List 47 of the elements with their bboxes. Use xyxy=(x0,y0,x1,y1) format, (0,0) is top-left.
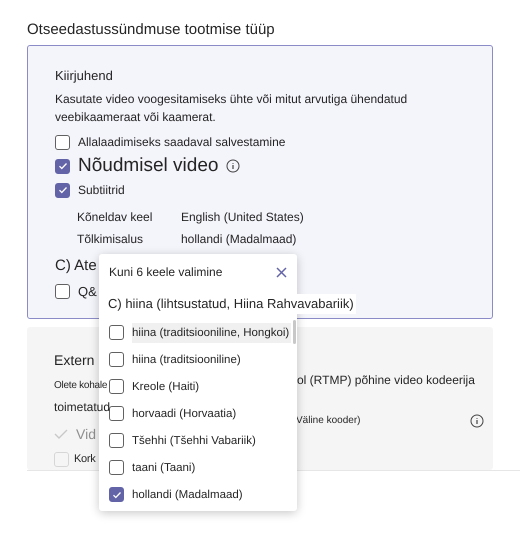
checkbox[interactable] xyxy=(109,379,124,394)
language-option[interactable]: Tšehhi (Tšehhi Vabariik) xyxy=(132,430,256,450)
option-label: Nõudmisel video xyxy=(78,154,218,178)
option-label: Väline kooder) xyxy=(296,414,360,428)
checkbox[interactable] xyxy=(55,158,70,174)
setting-value: hollandi (Madalmaad) xyxy=(181,231,296,248)
info-icon[interactable] xyxy=(470,414,484,428)
checkbox[interactable] xyxy=(109,406,124,421)
language-option[interactable]: Kreole (Haiti) xyxy=(132,376,200,396)
checkmark-icon xyxy=(58,161,68,171)
popup-title: Kuni 6 keele valimine xyxy=(109,264,222,281)
current-language: C) hiina (lihtsustatud, Hiina Rahvavabariik) xyxy=(99,294,356,314)
option-label: Vid xyxy=(76,424,96,444)
option-label: Kork xyxy=(74,452,96,467)
checkmark-icon xyxy=(112,490,122,500)
setting-label: Kõneldav keel xyxy=(77,209,154,226)
language-option[interactable]: hiina (traditsiooniline) xyxy=(132,350,241,370)
card-description: Olete kohale xyxy=(54,378,108,392)
checkbox[interactable] xyxy=(55,134,70,150)
card-description: toimetatud xyxy=(54,399,110,416)
checkbox[interactable] xyxy=(109,433,124,448)
scrollbar-thumb[interactable] xyxy=(293,320,296,344)
option-label: Q& xyxy=(78,283,97,301)
checkbox[interactable] xyxy=(109,460,124,475)
card-description: ol (RTMP) põhine video kodeerija xyxy=(297,373,475,387)
setting-label: Tõlkimisalus xyxy=(77,231,144,248)
section-title: Otseedastussündmuse tootmise tüüp xyxy=(27,20,276,40)
language-option[interactable]: hiina (traditsiooniline, Hongkoi) xyxy=(132,322,292,342)
option-label: Allalaadimiseks saadaval salvestamine xyxy=(78,134,286,151)
checkbox[interactable] xyxy=(109,352,124,367)
checkmark-icon xyxy=(58,185,68,195)
section-label: C) Ate xyxy=(55,256,97,276)
option-label: Subtiitrid xyxy=(78,182,125,199)
setting-value: English (United States) xyxy=(181,209,304,226)
checkbox[interactable] xyxy=(55,284,70,300)
checkbox[interactable] xyxy=(55,182,70,198)
card-heading: Kiirjuhend xyxy=(55,67,114,85)
info-icon[interactable] xyxy=(226,159,240,173)
close-icon[interactable] xyxy=(276,266,287,278)
card-heading: Extern xyxy=(54,351,94,369)
language-option[interactable]: horvaadi (Horvaatia) xyxy=(132,404,236,424)
card-description: Kasutate video voogesitamiseks ühte või mitut arvutiga ühendatud veebikaameraat või kaamerat. xyxy=(55,91,408,126)
checkbox[interactable] xyxy=(109,325,124,340)
checkbox[interactable] xyxy=(109,487,124,502)
language-option[interactable]: taani (Taani) xyxy=(132,458,196,478)
language-option[interactable]: hollandi (Madalmaad) xyxy=(132,484,243,504)
checkmark-icon xyxy=(54,428,68,440)
